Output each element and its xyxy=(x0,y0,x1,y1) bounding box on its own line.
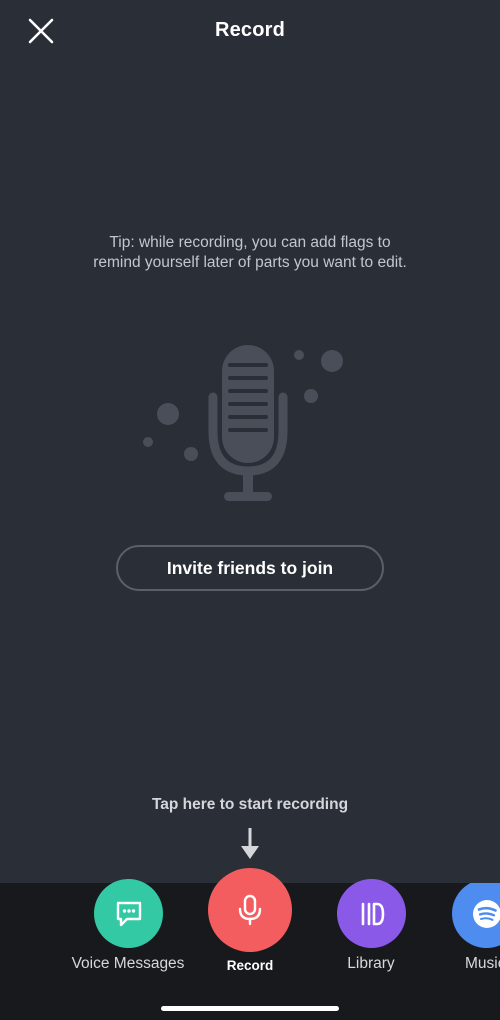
nav-library[interactable]: Library xyxy=(321,879,421,983)
microphone-illustration xyxy=(143,345,343,501)
record-button[interactable] xyxy=(208,868,292,952)
chat-bubble-icon xyxy=(116,901,141,926)
nav-music[interactable]: Music xyxy=(448,883,500,983)
nav-label-music: Music xyxy=(465,955,500,972)
nav-record[interactable]: Record xyxy=(200,865,300,983)
page-title: Record xyxy=(214,19,286,41)
music-button[interactable] xyxy=(452,883,500,948)
arrow-down-icon xyxy=(241,828,259,859)
home-indicator xyxy=(161,1006,339,1011)
nav-label-record: Record xyxy=(226,958,274,973)
voice-messages-button[interactable] xyxy=(94,879,163,948)
microphone-icon xyxy=(238,894,262,926)
library-icon xyxy=(361,902,384,925)
library-button[interactable] xyxy=(337,879,406,948)
nav-label-library: Library xyxy=(347,955,395,972)
nav-voice-messages[interactable]: Voice Messages xyxy=(60,879,196,983)
tip-text: Tip: while recording, you can add flags … xyxy=(93,234,407,271)
record-hint: Tap here to start recording xyxy=(151,796,349,813)
invite-friends-button[interactable]: Invite friends to join xyxy=(116,545,384,591)
nav-label-voice-messages: Voice Messages xyxy=(71,955,185,972)
bottom-navigation: Voice Messages Record Library Musi xyxy=(0,868,500,1020)
spotify-icon xyxy=(472,899,500,928)
header: Record xyxy=(0,0,500,62)
